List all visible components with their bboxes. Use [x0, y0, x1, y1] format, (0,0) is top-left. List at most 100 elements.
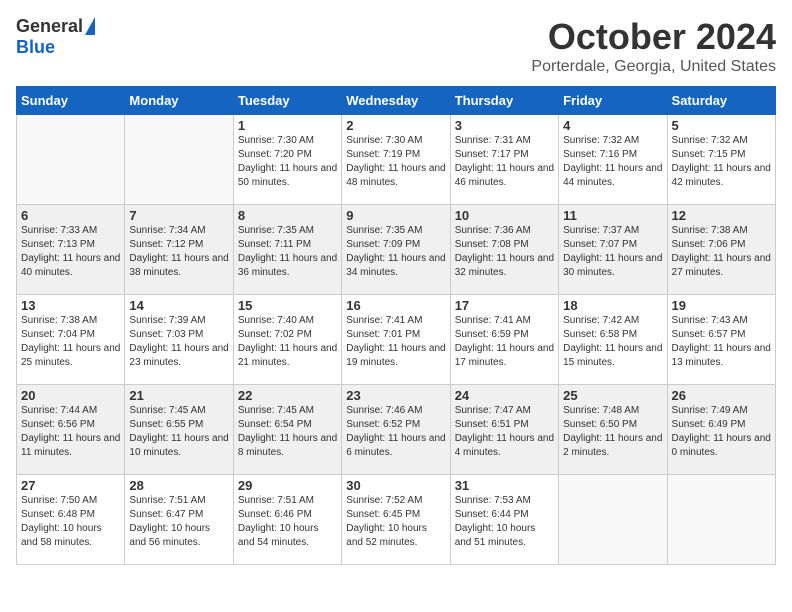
day-cell: 30Sunrise: 7:52 AM Sunset: 6:45 PM Dayli…	[342, 475, 450, 565]
week-row-4: 20Sunrise: 7:44 AM Sunset: 6:56 PM Dayli…	[17, 385, 776, 475]
day-cell: 16Sunrise: 7:41 AM Sunset: 7:01 PM Dayli…	[342, 295, 450, 385]
day-number: 8	[238, 208, 337, 223]
day-cell: 22Sunrise: 7:45 AM Sunset: 6:54 PM Dayli…	[233, 385, 341, 475]
day-cell: 29Sunrise: 7:51 AM Sunset: 6:46 PM Dayli…	[233, 475, 341, 565]
logo-blue-text: Blue	[16, 37, 55, 58]
day-cell: 1Sunrise: 7:30 AM Sunset: 7:20 PM Daylig…	[233, 115, 341, 205]
day-cell: 5Sunrise: 7:32 AM Sunset: 7:15 PM Daylig…	[667, 115, 775, 205]
day-number: 25	[563, 388, 662, 403]
day-info: Sunrise: 7:35 AM Sunset: 7:09 PM Dayligh…	[346, 224, 445, 280]
day-number: 17	[455, 298, 554, 313]
day-info: Sunrise: 7:48 AM Sunset: 6:50 PM Dayligh…	[563, 404, 662, 460]
day-number: 15	[238, 298, 337, 313]
day-cell: 3Sunrise: 7:31 AM Sunset: 7:17 PM Daylig…	[450, 115, 558, 205]
day-cell: 10Sunrise: 7:36 AM Sunset: 7:08 PM Dayli…	[450, 205, 558, 295]
day-number: 27	[21, 478, 120, 493]
day-cell: 19Sunrise: 7:43 AM Sunset: 6:57 PM Dayli…	[667, 295, 775, 385]
week-row-5: 27Sunrise: 7:50 AM Sunset: 6:48 PM Dayli…	[17, 475, 776, 565]
day-number: 29	[238, 478, 337, 493]
day-number: 9	[346, 208, 445, 223]
day-info: Sunrise: 7:40 AM Sunset: 7:02 PM Dayligh…	[238, 314, 337, 370]
day-info: Sunrise: 7:39 AM Sunset: 7:03 PM Dayligh…	[129, 314, 228, 370]
day-info: Sunrise: 7:34 AM Sunset: 7:12 PM Dayligh…	[129, 224, 228, 280]
day-number: 5	[672, 118, 771, 133]
day-number: 24	[455, 388, 554, 403]
weekday-header-friday: Friday	[559, 87, 667, 115]
day-cell: 2Sunrise: 7:30 AM Sunset: 7:19 PM Daylig…	[342, 115, 450, 205]
day-info: Sunrise: 7:37 AM Sunset: 7:07 PM Dayligh…	[563, 224, 662, 280]
day-info: Sunrise: 7:32 AM Sunset: 7:16 PM Dayligh…	[563, 134, 662, 190]
day-number: 18	[563, 298, 662, 313]
day-info: Sunrise: 7:41 AM Sunset: 6:59 PM Dayligh…	[455, 314, 554, 370]
day-info: Sunrise: 7:30 AM Sunset: 7:20 PM Dayligh…	[238, 134, 337, 190]
day-info: Sunrise: 7:38 AM Sunset: 7:06 PM Dayligh…	[672, 224, 771, 280]
day-number: 19	[672, 298, 771, 313]
day-cell: 28Sunrise: 7:51 AM Sunset: 6:47 PM Dayli…	[125, 475, 233, 565]
day-info: Sunrise: 7:42 AM Sunset: 6:58 PM Dayligh…	[563, 314, 662, 370]
day-info: Sunrise: 7:43 AM Sunset: 6:57 PM Dayligh…	[672, 314, 771, 370]
day-info: Sunrise: 7:49 AM Sunset: 6:49 PM Dayligh…	[672, 404, 771, 460]
day-info: Sunrise: 7:41 AM Sunset: 7:01 PM Dayligh…	[346, 314, 445, 370]
weekday-header-sunday: Sunday	[17, 87, 125, 115]
day-number: 6	[21, 208, 120, 223]
day-info: Sunrise: 7:33 AM Sunset: 7:13 PM Dayligh…	[21, 224, 120, 280]
day-cell: 18Sunrise: 7:42 AM Sunset: 6:58 PM Dayli…	[559, 295, 667, 385]
day-info: Sunrise: 7:45 AM Sunset: 6:54 PM Dayligh…	[238, 404, 337, 460]
day-cell: 23Sunrise: 7:46 AM Sunset: 6:52 PM Dayli…	[342, 385, 450, 475]
day-cell: 6Sunrise: 7:33 AM Sunset: 7:13 PM Daylig…	[17, 205, 125, 295]
day-info: Sunrise: 7:46 AM Sunset: 6:52 PM Dayligh…	[346, 404, 445, 460]
day-number: 13	[21, 298, 120, 313]
day-number: 20	[21, 388, 120, 403]
weekday-header-saturday: Saturday	[667, 87, 775, 115]
day-cell	[559, 475, 667, 565]
day-cell: 15Sunrise: 7:40 AM Sunset: 7:02 PM Dayli…	[233, 295, 341, 385]
day-number: 2	[346, 118, 445, 133]
day-info: Sunrise: 7:52 AM Sunset: 6:45 PM Dayligh…	[346, 494, 445, 550]
day-cell: 13Sunrise: 7:38 AM Sunset: 7:04 PM Dayli…	[17, 295, 125, 385]
day-info: Sunrise: 7:30 AM Sunset: 7:19 PM Dayligh…	[346, 134, 445, 190]
day-info: Sunrise: 7:38 AM Sunset: 7:04 PM Dayligh…	[21, 314, 120, 370]
day-cell: 9Sunrise: 7:35 AM Sunset: 7:09 PM Daylig…	[342, 205, 450, 295]
day-info: Sunrise: 7:53 AM Sunset: 6:44 PM Dayligh…	[455, 494, 554, 550]
day-number: 14	[129, 298, 228, 313]
day-cell: 26Sunrise: 7:49 AM Sunset: 6:49 PM Dayli…	[667, 385, 775, 475]
day-number: 1	[238, 118, 337, 133]
day-info: Sunrise: 7:47 AM Sunset: 6:51 PM Dayligh…	[455, 404, 554, 460]
day-info: Sunrise: 7:32 AM Sunset: 7:15 PM Dayligh…	[672, 134, 771, 190]
day-number: 12	[672, 208, 771, 223]
day-number: 23	[346, 388, 445, 403]
title-block: October 2024 Porterdale, Georgia, United…	[531, 16, 776, 76]
day-number: 3	[455, 118, 554, 133]
day-info: Sunrise: 7:31 AM Sunset: 7:17 PM Dayligh…	[455, 134, 554, 190]
day-number: 21	[129, 388, 228, 403]
day-number: 28	[129, 478, 228, 493]
day-cell: 12Sunrise: 7:38 AM Sunset: 7:06 PM Dayli…	[667, 205, 775, 295]
day-info: Sunrise: 7:35 AM Sunset: 7:11 PM Dayligh…	[238, 224, 337, 280]
day-cell: 21Sunrise: 7:45 AM Sunset: 6:55 PM Dayli…	[125, 385, 233, 475]
day-number: 31	[455, 478, 554, 493]
day-number: 22	[238, 388, 337, 403]
week-row-3: 13Sunrise: 7:38 AM Sunset: 7:04 PM Dayli…	[17, 295, 776, 385]
day-cell	[125, 115, 233, 205]
logo: General Blue	[16, 16, 95, 58]
day-number: 7	[129, 208, 228, 223]
location: Porterdale, Georgia, United States	[531, 58, 776, 76]
day-cell	[17, 115, 125, 205]
day-info: Sunrise: 7:45 AM Sunset: 6:55 PM Dayligh…	[129, 404, 228, 460]
day-cell: 7Sunrise: 7:34 AM Sunset: 7:12 PM Daylig…	[125, 205, 233, 295]
month-title: October 2024	[531, 16, 776, 58]
logo-general-text: General	[16, 16, 83, 37]
day-number: 4	[563, 118, 662, 133]
calendar: SundayMondayTuesdayWednesdayThursdayFrid…	[16, 86, 776, 565]
day-cell: 17Sunrise: 7:41 AM Sunset: 6:59 PM Dayli…	[450, 295, 558, 385]
day-cell: 14Sunrise: 7:39 AM Sunset: 7:03 PM Dayli…	[125, 295, 233, 385]
day-info: Sunrise: 7:51 AM Sunset: 6:46 PM Dayligh…	[238, 494, 337, 550]
weekday-header-monday: Monday	[125, 87, 233, 115]
day-cell: 4Sunrise: 7:32 AM Sunset: 7:16 PM Daylig…	[559, 115, 667, 205]
day-cell: 24Sunrise: 7:47 AM Sunset: 6:51 PM Dayli…	[450, 385, 558, 475]
day-cell: 25Sunrise: 7:48 AM Sunset: 6:50 PM Dayli…	[559, 385, 667, 475]
day-info: Sunrise: 7:51 AM Sunset: 6:47 PM Dayligh…	[129, 494, 228, 550]
day-info: Sunrise: 7:36 AM Sunset: 7:08 PM Dayligh…	[455, 224, 554, 280]
logo-triangle-icon	[85, 17, 95, 35]
day-cell	[667, 475, 775, 565]
